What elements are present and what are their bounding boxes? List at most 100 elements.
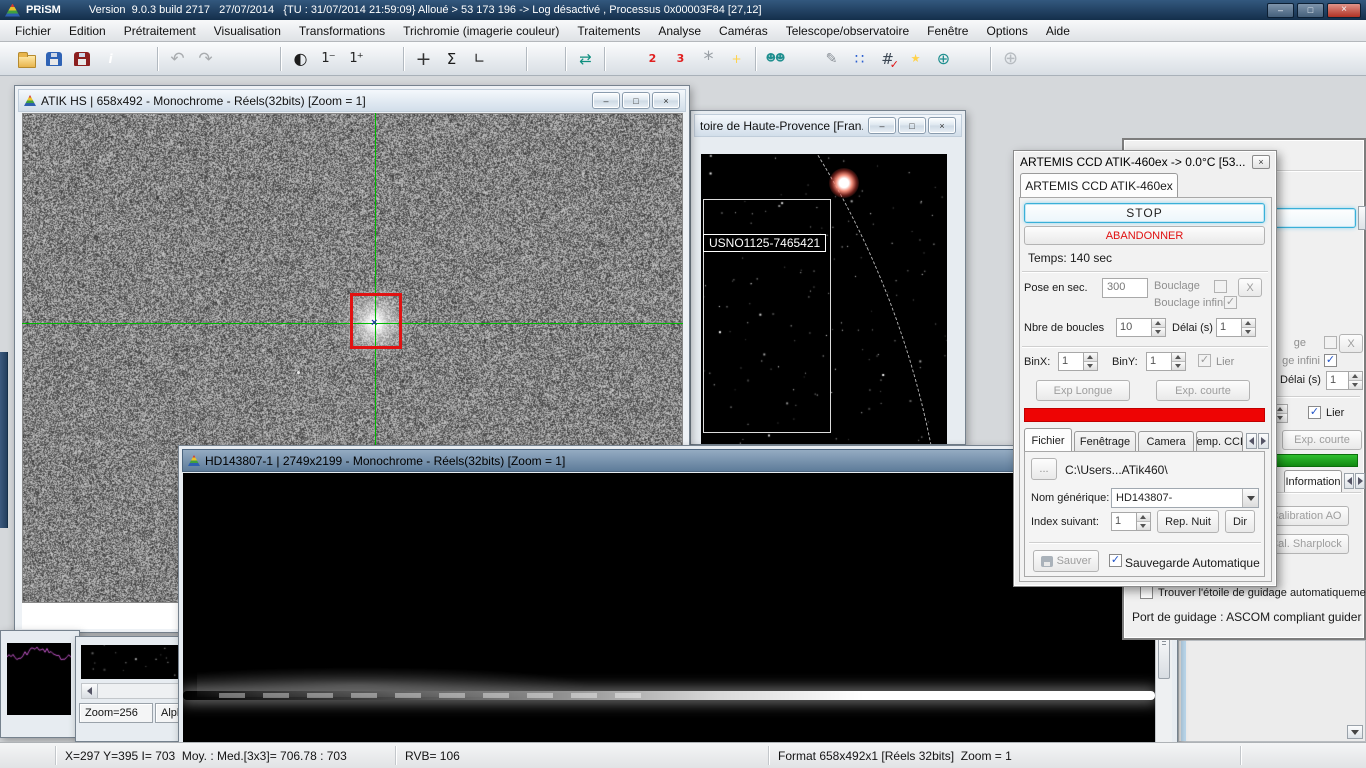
annotate-icon[interactable]: ✎ [818, 46, 844, 72]
maximize-button[interactable]: □ [1297, 3, 1324, 18]
menu-visualisation[interactable]: Visualisation [205, 21, 290, 41]
spin-up-icon[interactable] [1084, 353, 1097, 362]
stack-icon[interactable] [958, 46, 984, 72]
close-button[interactable]: × [1252, 155, 1270, 169]
window-artemis-ccd[interactable]: ARTEMIS CCD ATIK-460ex -> 0.0°C [53... ×… [1013, 150, 1277, 587]
spin-down-icon[interactable] [1152, 328, 1165, 336]
sky-chart-view[interactable]: USNO1125-7465421 [701, 154, 947, 444]
minimize-button[interactable]: – [592, 92, 620, 109]
find-guide-star-checkbox[interactable] [1140, 586, 1153, 599]
menu-analyse[interactable]: Analyse [649, 21, 710, 41]
spin-up-icon[interactable] [1349, 372, 1362, 381]
window-edge-button-fragment[interactable] [1358, 206, 1366, 230]
information-tab[interactable]: Information [1284, 470, 1342, 492]
spin-down-icon[interactable] [1084, 362, 1097, 370]
biny-spinner[interactable]: 1 [1146, 352, 1186, 371]
combobox-dropdown-fragment[interactable] [1347, 725, 1363, 739]
scrollbar-fragment[interactable] [1181, 641, 1186, 741]
zoom-out-icon[interactable]: 1⁻ [315, 46, 341, 72]
spin-down-icon[interactable] [1172, 362, 1185, 370]
menu-fen-tre[interactable]: Fenêtre [918, 21, 977, 41]
stop-button[interactable]: STOP [1024, 203, 1265, 223]
abandon-button[interactable]: ABANDONNER [1024, 226, 1265, 245]
chevron-down-icon[interactable] [1242, 489, 1258, 507]
paste-icon[interactable] [248, 46, 274, 72]
artemis-tab-fen-trage[interactable]: Fenêtrage [1074, 431, 1136, 452]
info-icon[interactable]: i [97, 46, 123, 72]
artemis-tab-camera[interactable]: Camera [1138, 431, 1194, 452]
spin-up-icon[interactable] [1172, 353, 1185, 362]
menu-aide[interactable]: Aide [1037, 21, 1079, 41]
open-image-icon[interactable] [13, 46, 39, 72]
auto-save-checkbox[interactable] [1109, 554, 1122, 567]
artemis-tab-temp-ccd[interactable]: Temp. CCD [1196, 431, 1243, 452]
generic-name-combobox[interactable]: HD143807- [1111, 488, 1259, 508]
contrast-icon[interactable]: ◐ [287, 46, 313, 72]
menu-fichier[interactable]: Fichier [6, 21, 60, 41]
lier-checkbox[interactable] [1308, 406, 1321, 419]
close-button[interactable]: × [1327, 3, 1361, 18]
menu-options[interactable]: Options [977, 21, 1036, 41]
bouclage-checkbox[interactable] [1214, 280, 1227, 293]
color-swap-icon[interactable]: ⇄ [572, 46, 598, 72]
docked-window-edge[interactable] [0, 352, 8, 528]
menu-cam-ras[interactable]: Caméras [710, 21, 777, 41]
window-profile-graph[interactable] [0, 630, 80, 738]
list-icon[interactable]: ∷ [846, 46, 872, 72]
zoom-window-icon[interactable] [371, 46, 397, 72]
report-2-icon[interactable]: 2 [639, 46, 665, 72]
zoom-in-icon[interactable]: 1⁺ [343, 46, 369, 72]
starfield-icon[interactable]: + [723, 46, 749, 72]
tab-scroll-right-button[interactable] [1258, 433, 1269, 449]
spin-down-icon[interactable] [1242, 328, 1255, 336]
restore-button[interactable]: □ [898, 117, 926, 134]
selection-icon[interactable] [494, 46, 520, 72]
window-haute-provence[interactable]: toire de Haute-Provence [Fran... – □ × U… [690, 110, 966, 445]
save-button[interactable]: Sauver [1033, 550, 1099, 572]
tree-icon[interactable]: * [695, 46, 721, 72]
menu-edition[interactable]: Edition [60, 21, 115, 41]
close-button[interactable]: × [652, 92, 680, 109]
bouclage-infini-checkbox[interactable] [1224, 296, 1237, 309]
spin-up-icon[interactable] [1242, 319, 1255, 328]
exp-courte-button[interactable]: Exp. courte [1282, 430, 1362, 450]
minimize-button[interactable]: – [868, 117, 896, 134]
lier-checkbox[interactable] [1198, 354, 1211, 367]
boucles-spinner[interactable]: 10 [1116, 318, 1166, 337]
sum-icon[interactable]: Σ [438, 46, 464, 72]
delai-spinner[interactable]: 1 [1216, 318, 1256, 337]
haute-provence-titlebar[interactable]: toire de Haute-Provence [Fran... – □ × [694, 114, 962, 137]
menu-traitements[interactable]: Traitements [568, 21, 649, 41]
menu-pr-traitement[interactable]: Prétraitement [115, 21, 205, 41]
cancel-x-button[interactable]: X [1238, 278, 1262, 297]
spin-up-icon[interactable] [1152, 319, 1165, 328]
menu-transformations[interactable]: Transformations [290, 21, 394, 41]
spin-down-icon[interactable] [1349, 381, 1362, 389]
web-icon[interactable]: ⊕ [997, 46, 1023, 72]
restore-button[interactable]: □ [622, 92, 650, 109]
artemis-main-tab[interactable]: ARTEMIS CCD ATIK-460ex [1020, 173, 1178, 198]
image-properties-icon[interactable] [125, 46, 151, 72]
exp-courte-button[interactable]: Exp. courte [1156, 380, 1250, 401]
profile-graph-view[interactable] [7, 643, 71, 715]
menu-telescope-observatoire[interactable]: Telescope/observatoire [777, 21, 918, 41]
exp-longue-button[interactable]: Exp Longue [1036, 380, 1130, 401]
report-3-icon[interactable]: 3 [667, 46, 693, 72]
rep-nuit-button[interactable]: Rep. Nuit [1157, 510, 1219, 533]
minimize-button[interactable]: – [1267, 3, 1294, 18]
bouclage-infini-checkbox[interactable] [1324, 354, 1337, 367]
waveform-canvas[interactable] [7, 643, 71, 715]
save-icon[interactable] [41, 46, 67, 72]
browse-button[interactable]: ... [1031, 458, 1057, 480]
bouclage-checkbox[interactable] [1324, 336, 1337, 349]
artemis-titlebar[interactable]: ARTEMIS CCD ATIK-460ex -> 0.0°C [53... × [1014, 151, 1276, 173]
atik-titlebar[interactable]: ATIK HS | 658x492 - Monochrome - Réels(3… [18, 89, 686, 112]
profile-plot-icon[interactable]: ∟ [466, 46, 492, 72]
tab-scroll-left-button[interactable] [1344, 473, 1354, 489]
tab-scroll-right-button[interactable] [1355, 473, 1365, 489]
star-box-icon[interactable]: ★ [902, 46, 928, 72]
tab-scroll-left-button[interactable] [1246, 433, 1257, 449]
menu-trichromie-imagerie-couleur[interactable]: Trichromie (imagerie couleur) [394, 21, 568, 41]
binx-spinner[interactable]: 1 [1058, 352, 1098, 371]
undo-icon[interactable]: ↶ [164, 46, 190, 72]
